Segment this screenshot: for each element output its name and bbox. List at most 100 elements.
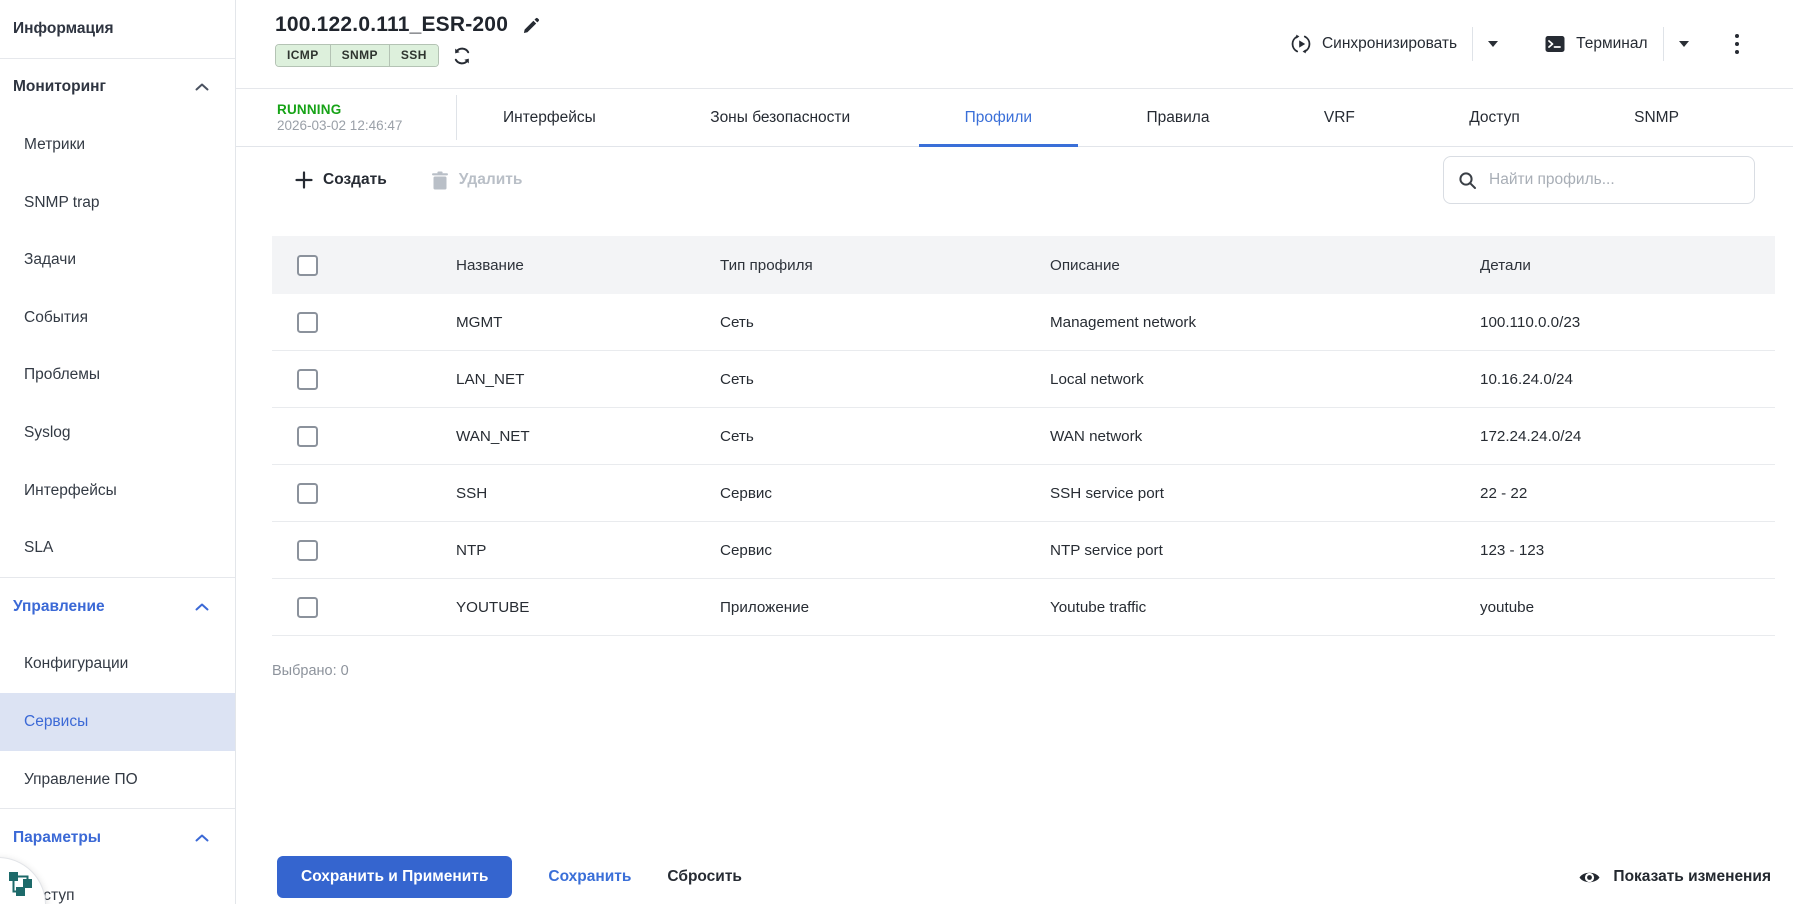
sidebar-item-information[interactable]: Информация (0, 0, 235, 58)
tab-interfaces[interactable]: Интерфейсы (457, 89, 642, 146)
table-row[interactable]: WAN_NET Сеть WAN network 172.24.24.0/24 (272, 408, 1775, 465)
cell-description: Management network (1050, 313, 1197, 331)
sidebar-item-interfaces[interactable]: Интерфейсы (0, 462, 235, 520)
reset-button[interactable]: Сбросить (655, 868, 754, 886)
sidebar-item-metrics[interactable]: Метрики (0, 116, 235, 174)
chevron-up-icon (195, 834, 209, 842)
cell-description: SSH service port (1050, 484, 1164, 502)
header-separator (1662, 27, 1664, 61)
save-button[interactable]: Сохранить (536, 868, 643, 886)
cell-details: 172.24.24.0/24 (1480, 427, 1582, 445)
device-header-left: 100.122.0.111_ESR-200 ICMP SNMP SSH (275, 0, 541, 88)
sidebar-item-label: Информация (13, 19, 114, 37)
row-checkbox[interactable] (297, 368, 318, 390)
sidebar-item-tasks[interactable]: Задачи (0, 231, 235, 289)
device-status: RUNNING 2026-03-02 12:46:47 (277, 89, 456, 146)
sidebar-item-syslog[interactable]: Syslog (0, 404, 235, 462)
sidebar-item-snmp-trap[interactable]: SNMP trap (0, 174, 235, 232)
status-timestamp: 2026-03-02 12:46:47 (277, 118, 403, 133)
table-row[interactable]: LAN_NET Сеть Local network 10.16.24.0/24 (272, 351, 1775, 408)
badge-icmp: ICMP (276, 45, 330, 66)
sidebar-item-software-management[interactable]: Управление ПО (0, 751, 235, 809)
table-toolbar: Создать Удалить (272, 156, 1775, 204)
table-row[interactable]: MGMT Сеть Management network 100.110.0.0… (272, 294, 1775, 351)
table-row[interactable]: NTP Сервис NTP service port 123 - 123 (272, 522, 1775, 579)
row-checkbox[interactable] (297, 482, 318, 504)
profiles-table: Название Тип профиля Описание Детали MGM… (272, 236, 1775, 636)
cell-description: Local network (1050, 370, 1144, 388)
profiles-content: Создать Удалить Наз (236, 147, 1793, 904)
terminal-dropdown-caret[interactable] (1678, 41, 1689, 47)
sidebar: Информация Мониторинг Метрики SNMP trap … (0, 0, 236, 904)
cell-description: WAN network (1050, 427, 1143, 445)
search-box (1443, 156, 1755, 204)
trash-icon (431, 171, 449, 190)
badge-snmp: SNMP (329, 45, 389, 66)
synchronize-button[interactable]: Синхронизировать (1290, 33, 1457, 55)
cell-name: SSH (456, 484, 488, 502)
cell-details: 22 - 22 (1480, 484, 1528, 502)
search-icon (1458, 171, 1477, 190)
search-input[interactable] (1489, 171, 1740, 189)
topology-icon (8, 871, 33, 896)
terminal-button[interactable]: Терминал (1544, 33, 1648, 55)
tab-rules[interactable]: Правила (1101, 89, 1256, 146)
tab-security-zones[interactable]: Зоны безопасности (664, 89, 896, 146)
tab-bar: RUNNING 2026-03-02 12:46:47 Интерфейсы З… (236, 89, 1793, 147)
cell-name: WAN_NET (456, 427, 530, 445)
save-and-apply-button[interactable]: Сохранить и Применить (277, 856, 513, 898)
badge-ssh: SSH (388, 45, 438, 66)
terminal-label: Терминал (1576, 35, 1648, 52)
cell-name: MGMT (456, 313, 503, 331)
refresh-status-icon[interactable] (452, 46, 472, 66)
row-checkbox[interactable] (297, 425, 318, 447)
cell-description: Youtube traffic (1050, 598, 1147, 616)
synchronize-dropdown-caret[interactable] (1488, 41, 1499, 47)
device-header-actions: Синхронизировать Терминал (1290, 0, 1743, 88)
table-row[interactable]: SSH Сервис SSH service port 22 - 22 (272, 465, 1775, 522)
select-all-checkbox[interactable] (297, 254, 318, 276)
sidebar-item-events[interactable]: События (0, 289, 235, 347)
sidebar-item-problems[interactable]: Проблемы (0, 347, 235, 405)
cell-type: Сервис (720, 541, 773, 559)
sidebar-item-label: Мониторинг (13, 78, 106, 96)
cell-description: NTP service port (1050, 541, 1163, 559)
sidebar-item-monitoring[interactable]: Мониторинг (0, 59, 235, 117)
chevron-up-icon (195, 603, 209, 611)
sidebar-item-services[interactable]: Сервисы (0, 693, 235, 751)
tab-vrf[interactable]: VRF (1278, 89, 1401, 146)
status-badge: RUNNING (277, 102, 342, 117)
cell-type: Сервис (720, 484, 773, 502)
tab-profiles[interactable]: Профили (918, 89, 1079, 147)
delete-button-label: Удалить (458, 171, 523, 188)
table-header-row: Название Тип профиля Описание Детали (272, 236, 1775, 294)
table-row[interactable]: YOUTUBE Приложение Youtube traffic youtu… (272, 579, 1775, 636)
cell-details: 100.110.0.0/23 (1480, 313, 1581, 331)
more-options-icon[interactable] (1731, 30, 1744, 59)
footer-actions: Сохранить и Применить Сохранить Сбросить… (272, 850, 1775, 904)
chevron-up-icon (195, 83, 209, 91)
main-area: 100.122.0.111_ESR-200 ICMP SNMP SSH Синх… (236, 0, 1793, 904)
create-button-label: Создать (323, 171, 387, 188)
sidebar-item-configurations[interactable]: Конфигурации (0, 636, 235, 694)
sidebar-item-parameters[interactable]: Параметры (0, 809, 235, 867)
synchronize-icon (1290, 33, 1312, 55)
row-checkbox[interactable] (297, 539, 318, 561)
cell-name: NTP (456, 541, 487, 559)
cell-type: Сеть (720, 427, 754, 445)
tab-snmp[interactable]: SNMP (1588, 89, 1725, 146)
create-button[interactable]: Создать (295, 171, 387, 189)
cell-name: YOUTUBE (456, 598, 530, 616)
cell-name: LAN_NET (456, 370, 525, 388)
row-checkbox[interactable] (297, 596, 318, 618)
protocol-badges: ICMP SNMP SSH (275, 44, 439, 67)
tab-access[interactable]: Доступ (1423, 89, 1565, 146)
row-checkbox[interactable] (297, 311, 318, 333)
show-changes-button[interactable]: Показать изменения (1578, 866, 1771, 889)
edit-title-icon[interactable] (522, 16, 541, 35)
sidebar-item-management[interactable]: Управление (0, 578, 235, 636)
sidebar-item-sla[interactable]: SLA (0, 519, 235, 577)
tabs: Интерфейсы Зоны безопасности Профили Пра… (457, 89, 1793, 147)
delete-button[interactable]: Удалить (431, 171, 523, 190)
cell-details: 123 - 123 (1480, 541, 1545, 559)
